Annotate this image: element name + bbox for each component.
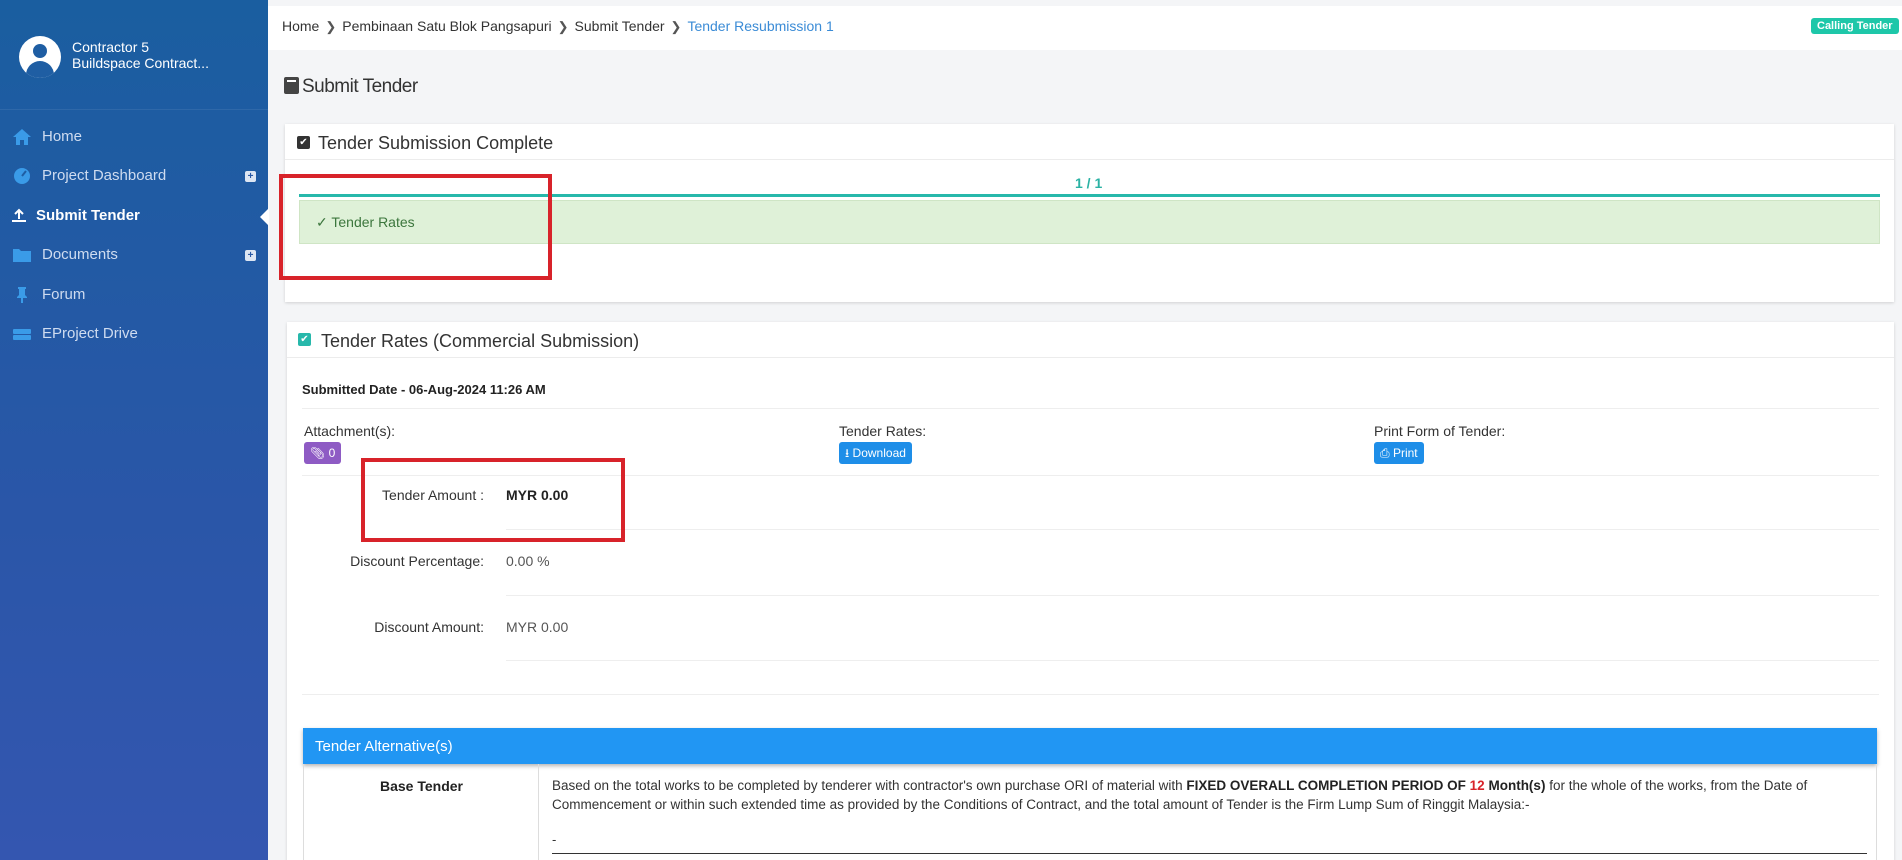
breadcrumb-current: Tender Resubmission 1 <box>687 18 834 34</box>
card-header: ✔ Tender Submission Complete <box>285 124 1894 160</box>
active-indicator <box>260 208 269 226</box>
breadcrumb: Home ❯ Pembinaan Satu Blok Pangsapuri ❯ Subm… <box>282 18 834 35</box>
print-button[interactable]: ⎙ Print <box>1374 442 1424 464</box>
status-badge: Calling Tender <box>1811 18 1899 34</box>
sidebar-item-project-dashboard[interactable]: Project Dashboard + <box>0 157 268 195</box>
breadcrumb-project[interactable]: Pembinaan Satu Blok Pangsapuri <box>342 18 551 34</box>
print-form-label: Print Form of Tender: <box>1374 423 1506 439</box>
discount-amount-label: Discount Amount: <box>374 619 484 635</box>
breadcrumb-home[interactable]: Home <box>282 18 319 34</box>
drive-icon <box>13 329 31 340</box>
alternatives-title: Tender Alternative(s) <box>315 738 453 755</box>
download-button[interactable]: ⭳ Download <box>839 442 912 464</box>
expand-icon[interactable]: + <box>245 250 256 261</box>
download-icon: ⭳ <box>845 446 850 460</box>
tender-rates-label: Tender Rates: <box>839 423 927 439</box>
sidebar-item-home[interactable]: Home <box>0 118 268 156</box>
highlight-box <box>279 174 552 280</box>
discount-amount-value: MYR 0.00 <box>506 619 569 635</box>
tender-rates-card: ✔ Tender Rates (Commercial Submission) S… <box>287 322 1894 860</box>
paperclip-icon: 📎︎ <box>310 446 326 460</box>
divider <box>302 408 1879 409</box>
card-title: Tender Rates (Commercial Submission) <box>321 331 640 351</box>
base-tender-label: Base Tender <box>380 778 463 794</box>
card-header: ✔ Tender Rates (Commercial Submission) <box>287 322 1894 358</box>
base-tender-cell: Base Tender <box>304 764 539 860</box>
pin-icon <box>17 287 27 303</box>
page-title-text: Submit Tender <box>302 76 418 97</box>
user-company: Buildspace Contract... <box>72 55 209 71</box>
print-label: Print <box>1392 446 1418 460</box>
checkbox-icon: ✔ <box>298 333 311 346</box>
sidebar-item-label: Documents <box>42 246 118 263</box>
sidebar-item-label: Home <box>42 128 83 145</box>
chevron-right-icon: ❯ <box>670 19 682 34</box>
folder-icon <box>13 249 31 262</box>
book-icon <box>284 77 299 94</box>
desc-text-1: Based on the total works to be completed… <box>552 778 1187 793</box>
attachments-count: 0 <box>328 446 336 460</box>
home-icon <box>13 129 31 145</box>
attachments-button[interactable]: 📎︎ 0 <box>304 442 342 464</box>
dashboard-icon <box>14 168 30 184</box>
user-profile[interactable]: Contractor 5 Buildspace Contract... <box>0 0 268 110</box>
user-name: Contractor 5 <box>72 39 150 55</box>
divider <box>506 595 1879 596</box>
desc-bold-2: Month(s) <box>1484 778 1546 793</box>
avatar <box>19 36 61 78</box>
breadcrumb-submit-tender[interactable]: Submit Tender <box>575 18 665 34</box>
chevron-right-icon: ❯ <box>557 19 569 34</box>
divider <box>302 694 1879 695</box>
sidebar-item-documents[interactable]: Documents + <box>0 236 268 274</box>
upload-icon <box>12 208 26 222</box>
expand-icon[interactable]: + <box>245 171 256 182</box>
print-icon: ⎙ <box>1380 446 1390 460</box>
discount-percentage-label: Discount Percentage: <box>350 553 484 569</box>
sidebar-item-submit-tender[interactable]: Submit Tender <box>0 197 268 235</box>
card-title: Tender Submission Complete <box>318 133 554 153</box>
sidebar-item-eproject-drive[interactable]: EProject Drive <box>0 315 268 353</box>
sidebar: Contractor 5 Buildspace Contract... Home… <box>0 0 269 860</box>
tender-alternatives-header: Tender Alternative(s) <box>303 728 1877 764</box>
sidebar-item-label: Project Dashboard <box>42 167 167 184</box>
desc-bold-1: FIXED OVERALL COMPLETION PERIOD OF <box>1186 778 1470 793</box>
discount-percentage-value: 0.00 % <box>506 553 550 569</box>
submitted-date: Submitted Date - 06-Aug-2024 11:26 AM <box>302 382 546 397</box>
checkbox-icon: ✔ <box>297 136 310 149</box>
progress-label: 1 / 1 <box>1075 175 1103 191</box>
sidebar-item-label: Submit Tender <box>36 207 140 224</box>
top-bar: Home ❯ Pembinaan Satu Blok Pangsapuri ❯ Subm… <box>268 6 1902 50</box>
tender-amount-line: - <box>552 832 1867 854</box>
divider <box>506 660 1879 661</box>
sidebar-item-label: EProject Drive <box>42 325 138 342</box>
sidebar-item-label: Forum <box>42 286 86 303</box>
sidebar-item-forum[interactable]: Forum <box>0 276 268 314</box>
page-title: Submit Tender <box>284 76 418 98</box>
chevron-right-icon: ❯ <box>325 19 337 34</box>
download-label: Download <box>852 446 906 460</box>
attachments-label: Attachment(s): <box>304 423 396 439</box>
divider <box>506 529 1879 530</box>
completion-months: 12 <box>1469 778 1485 793</box>
highlight-box <box>361 458 625 542</box>
base-tender-description: Based on the total works to be completed… <box>552 776 1867 814</box>
